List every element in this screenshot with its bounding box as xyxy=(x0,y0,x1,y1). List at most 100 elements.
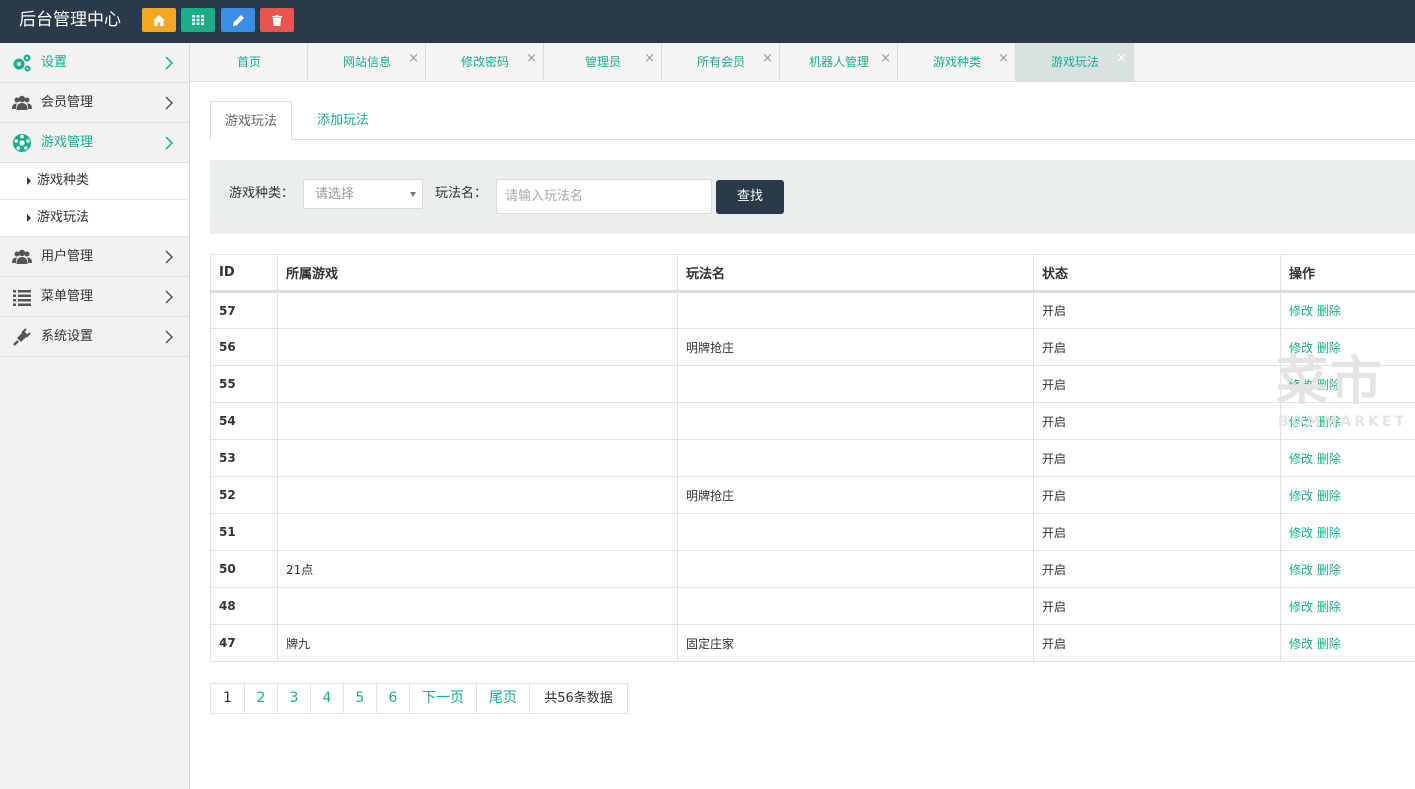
table-row: 52 明牌抢庄 开启 修改 删除 xyxy=(210,476,1415,514)
tab-game-types[interactable]: 游戏种类 × xyxy=(898,43,1016,81)
home-button[interactable] xyxy=(142,8,176,32)
tab-add-game-mode[interactable]: 添加玩法 xyxy=(305,101,381,140)
grid-icon xyxy=(192,15,204,25)
sidebar-item-settings[interactable]: 设置 xyxy=(0,43,189,83)
sidebar-item-label: 菜单管理 xyxy=(41,289,94,304)
edit-button[interactable] xyxy=(221,8,255,32)
pagination: 1 2 3 4 5 6 下一页 尾页 共56条数据 xyxy=(210,683,628,714)
id-cell: 51 xyxy=(210,513,278,551)
table-row: 50 21点 开启 修改 删除 xyxy=(210,550,1415,588)
close-icon[interactable]: × xyxy=(1116,52,1127,66)
table-row: 57 开启 修改 删除 xyxy=(210,291,1415,329)
close-icon[interactable]: × xyxy=(998,52,1009,66)
mode-name-input[interactable] xyxy=(496,179,712,214)
sidebar-subitem-game-modes[interactable]: 游戏玩法 xyxy=(0,200,189,237)
table-row: 51 开启 修改 删除 xyxy=(210,513,1415,551)
id-cell: 55 xyxy=(210,365,278,403)
sidebar-item-games[interactable]: 游戏管理 xyxy=(0,123,189,163)
id-cell: 56 xyxy=(210,328,278,366)
tab-robots[interactable]: 机器人管理 × xyxy=(780,43,898,81)
grid-button[interactable] xyxy=(181,8,215,32)
id-cell: 53 xyxy=(210,439,278,477)
edit-link[interactable]: 修改 xyxy=(1289,600,1313,614)
edit-link[interactable]: 修改 xyxy=(1289,304,1313,318)
users-icon xyxy=(12,249,32,264)
column-header-mode-name: 玩法名 xyxy=(677,254,1034,293)
edit-link[interactable]: 修改 xyxy=(1289,637,1313,651)
status-cell: 开启 xyxy=(1033,439,1281,477)
page-1-button[interactable]: 1 xyxy=(211,684,245,713)
close-icon[interactable]: × xyxy=(526,52,537,66)
sidebar-item-menus[interactable]: 菜单管理 xyxy=(0,277,189,317)
caret-right-icon xyxy=(27,214,31,222)
close-icon[interactable]: × xyxy=(762,52,773,66)
mode-name-cell xyxy=(677,402,1034,440)
edit-link[interactable]: 修改 xyxy=(1289,563,1313,577)
search-panel: 游戏种类： 请选择 玩法名： 查找 xyxy=(210,160,1415,234)
caret-down-icon xyxy=(410,192,416,197)
delete-button[interactable] xyxy=(260,8,294,32)
tab-game-modes[interactable]: 游戏玩法 × xyxy=(1016,43,1134,81)
page-5-button[interactable]: 5 xyxy=(344,684,377,713)
category-select[interactable]: 请选择 xyxy=(303,179,423,209)
table-row: 55 开启 修改 删除 xyxy=(210,365,1415,403)
tab-home[interactable]: 首页 xyxy=(190,43,308,81)
tab-game-mode-list[interactable]: 游戏玩法 xyxy=(210,101,292,141)
watermark-subtext: BOMMARKET xyxy=(1278,414,1408,430)
close-icon[interactable]: × xyxy=(880,52,891,66)
sidebar-subitem-game-types[interactable]: 游戏种类 xyxy=(0,163,189,200)
search-button[interactable]: 查找 xyxy=(716,180,784,214)
page-4-button[interactable]: 4 xyxy=(311,684,344,713)
edit-link[interactable]: 修改 xyxy=(1289,452,1313,466)
status-cell: 开启 xyxy=(1033,550,1281,588)
delete-link[interactable]: 删除 xyxy=(1317,489,1341,503)
status-cell: 开启 xyxy=(1033,513,1281,551)
game-cell xyxy=(277,513,678,551)
edit-link[interactable]: 修改 xyxy=(1289,489,1313,503)
delete-link[interactable]: 删除 xyxy=(1317,304,1341,318)
next-page-button[interactable]: 下一页 xyxy=(410,684,477,713)
mode-name-cell: 明牌抢庄 xyxy=(677,328,1034,366)
sidebar-item-system-settings[interactable]: 系统设置 xyxy=(0,317,189,357)
close-icon[interactable]: × xyxy=(644,52,655,66)
mode-name-label: 玩法名： xyxy=(435,186,488,201)
chevron-right-icon xyxy=(165,136,173,150)
users-icon xyxy=(12,95,32,110)
actions-cell: 修改 删除 xyxy=(1280,476,1415,514)
actions-cell: 修改 删除 xyxy=(1280,587,1415,625)
page-2-button[interactable]: 2 xyxy=(245,684,278,713)
game-cell xyxy=(277,365,678,403)
chevron-right-icon xyxy=(165,250,173,264)
table-row: 56 明牌抢庄 开启 修改 删除 xyxy=(210,328,1415,366)
column-header-id: ID xyxy=(210,254,278,293)
delete-link[interactable]: 删除 xyxy=(1317,452,1341,466)
delete-link[interactable]: 删除 xyxy=(1317,526,1341,540)
tab-change-password[interactable]: 修改密码 × xyxy=(426,43,544,81)
delete-link[interactable]: 删除 xyxy=(1317,637,1341,651)
delete-link[interactable]: 删除 xyxy=(1317,563,1341,577)
column-header-status: 状态 xyxy=(1033,254,1281,293)
status-cell: 开启 xyxy=(1033,587,1281,625)
edit-link[interactable]: 修改 xyxy=(1289,526,1313,540)
page-6-button[interactable]: 6 xyxy=(377,684,410,713)
page-3-button[interactable]: 3 xyxy=(278,684,311,713)
sidebar-item-label: 系统设置 xyxy=(41,329,94,344)
table-row: 53 开启 修改 删除 xyxy=(210,439,1415,477)
id-cell: 52 xyxy=(210,476,278,514)
delete-link[interactable]: 删除 xyxy=(1317,600,1341,614)
watermark: 菜市 xyxy=(1276,352,1385,412)
last-page-button[interactable]: 尾页 xyxy=(477,684,530,713)
sidebar-item-members[interactable]: 会员管理 xyxy=(0,83,189,123)
game-cell xyxy=(277,439,678,477)
game-cell xyxy=(277,328,678,366)
tab-site-info[interactable]: 网站信息 × xyxy=(308,43,426,81)
column-header-actions: 操作 xyxy=(1280,254,1415,293)
tab-label: 首页 xyxy=(236,55,261,69)
sidebar-item-label: 设置 xyxy=(41,55,68,70)
close-icon[interactable]: × xyxy=(408,52,419,66)
status-cell: 开启 xyxy=(1033,624,1281,662)
sidebar-item-users[interactable]: 用户管理 xyxy=(0,237,189,277)
table-row: 47 牌九 固定庄家 开启 修改 删除 xyxy=(210,624,1415,662)
tab-all-members[interactable]: 所有会员 × xyxy=(662,43,780,81)
tab-admins[interactable]: 管理员 × xyxy=(544,43,662,81)
